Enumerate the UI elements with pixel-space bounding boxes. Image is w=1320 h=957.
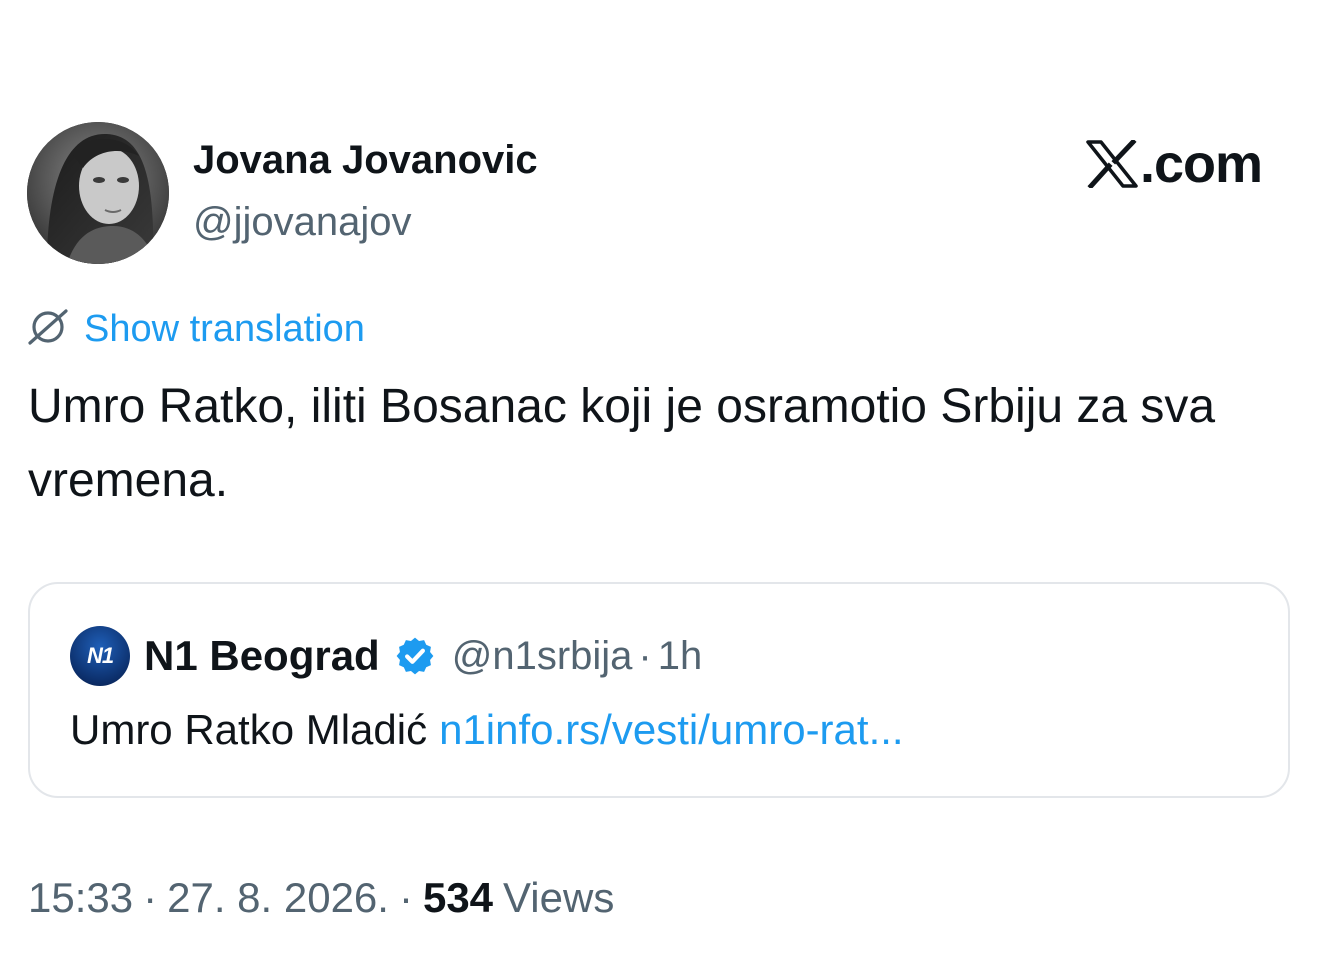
quoted-tweet-link[interactable]: n1info.rs/vesti/umro-rat... [439, 706, 903, 753]
quoted-tweet-time[interactable]: 1h [658, 634, 703, 679]
quoted-author-handle[interactable]: @n1srbija [452, 634, 633, 679]
views-label: Views [503, 874, 615, 921]
author-avatar[interactable] [27, 122, 169, 264]
show-translation-button[interactable]: Show translation [26, 306, 365, 352]
n1-logo-avatar[interactable]: N1 [70, 626, 130, 686]
verified-badge-icon [394, 635, 436, 677]
author-name[interactable]: Jovana Jovanovic [193, 138, 538, 183]
tweet-time[interactable]: 15:33 [28, 874, 133, 921]
brand-label: .com [1139, 134, 1263, 194]
quoted-tweet-body: Umro Ratko Mladić n1info.rs/vesti/umro-ra… [70, 706, 904, 754]
x-logo-icon [1086, 140, 1138, 188]
quoted-tweet-text: Umro Ratko Mladić [70, 706, 428, 753]
tweet-text: Umro Ratko, iliti Bosanac koji je osramo… [28, 380, 1216, 507]
views-count: 534 [422, 874, 494, 921]
tweet-screenshot: Jovana Jovanovic @jjovanajov .com Show t… [0, 0, 1320, 957]
avatar-photo [27, 122, 169, 264]
quoted-author-name[interactable]: N1 Beograd [144, 632, 380, 680]
separator-dot: · [398, 874, 413, 921]
separator-dot: · [143, 874, 158, 921]
tweet-metadata: 15:33 · 27. 8. 2026. · 534 Views [28, 874, 614, 922]
separator-dot: · [638, 633, 652, 678]
brand-watermark: .com [1086, 134, 1263, 194]
quoted-tweet-card[interactable]: N1 N1 Beograd @n1srbija · 1h Umro Ratko … [28, 582, 1290, 798]
author-handle[interactable]: @jjovanajov [193, 200, 412, 245]
show-translation-label[interactable]: Show translation [84, 308, 365, 351]
translate-icon [26, 307, 70, 352]
tweet-date[interactable]: 27. 8. 2026. [167, 874, 389, 921]
n1-logo-text: N1 [86, 643, 114, 668]
quoted-tweet-header: N1 N1 Beograd @n1srbija · 1h [70, 626, 702, 686]
